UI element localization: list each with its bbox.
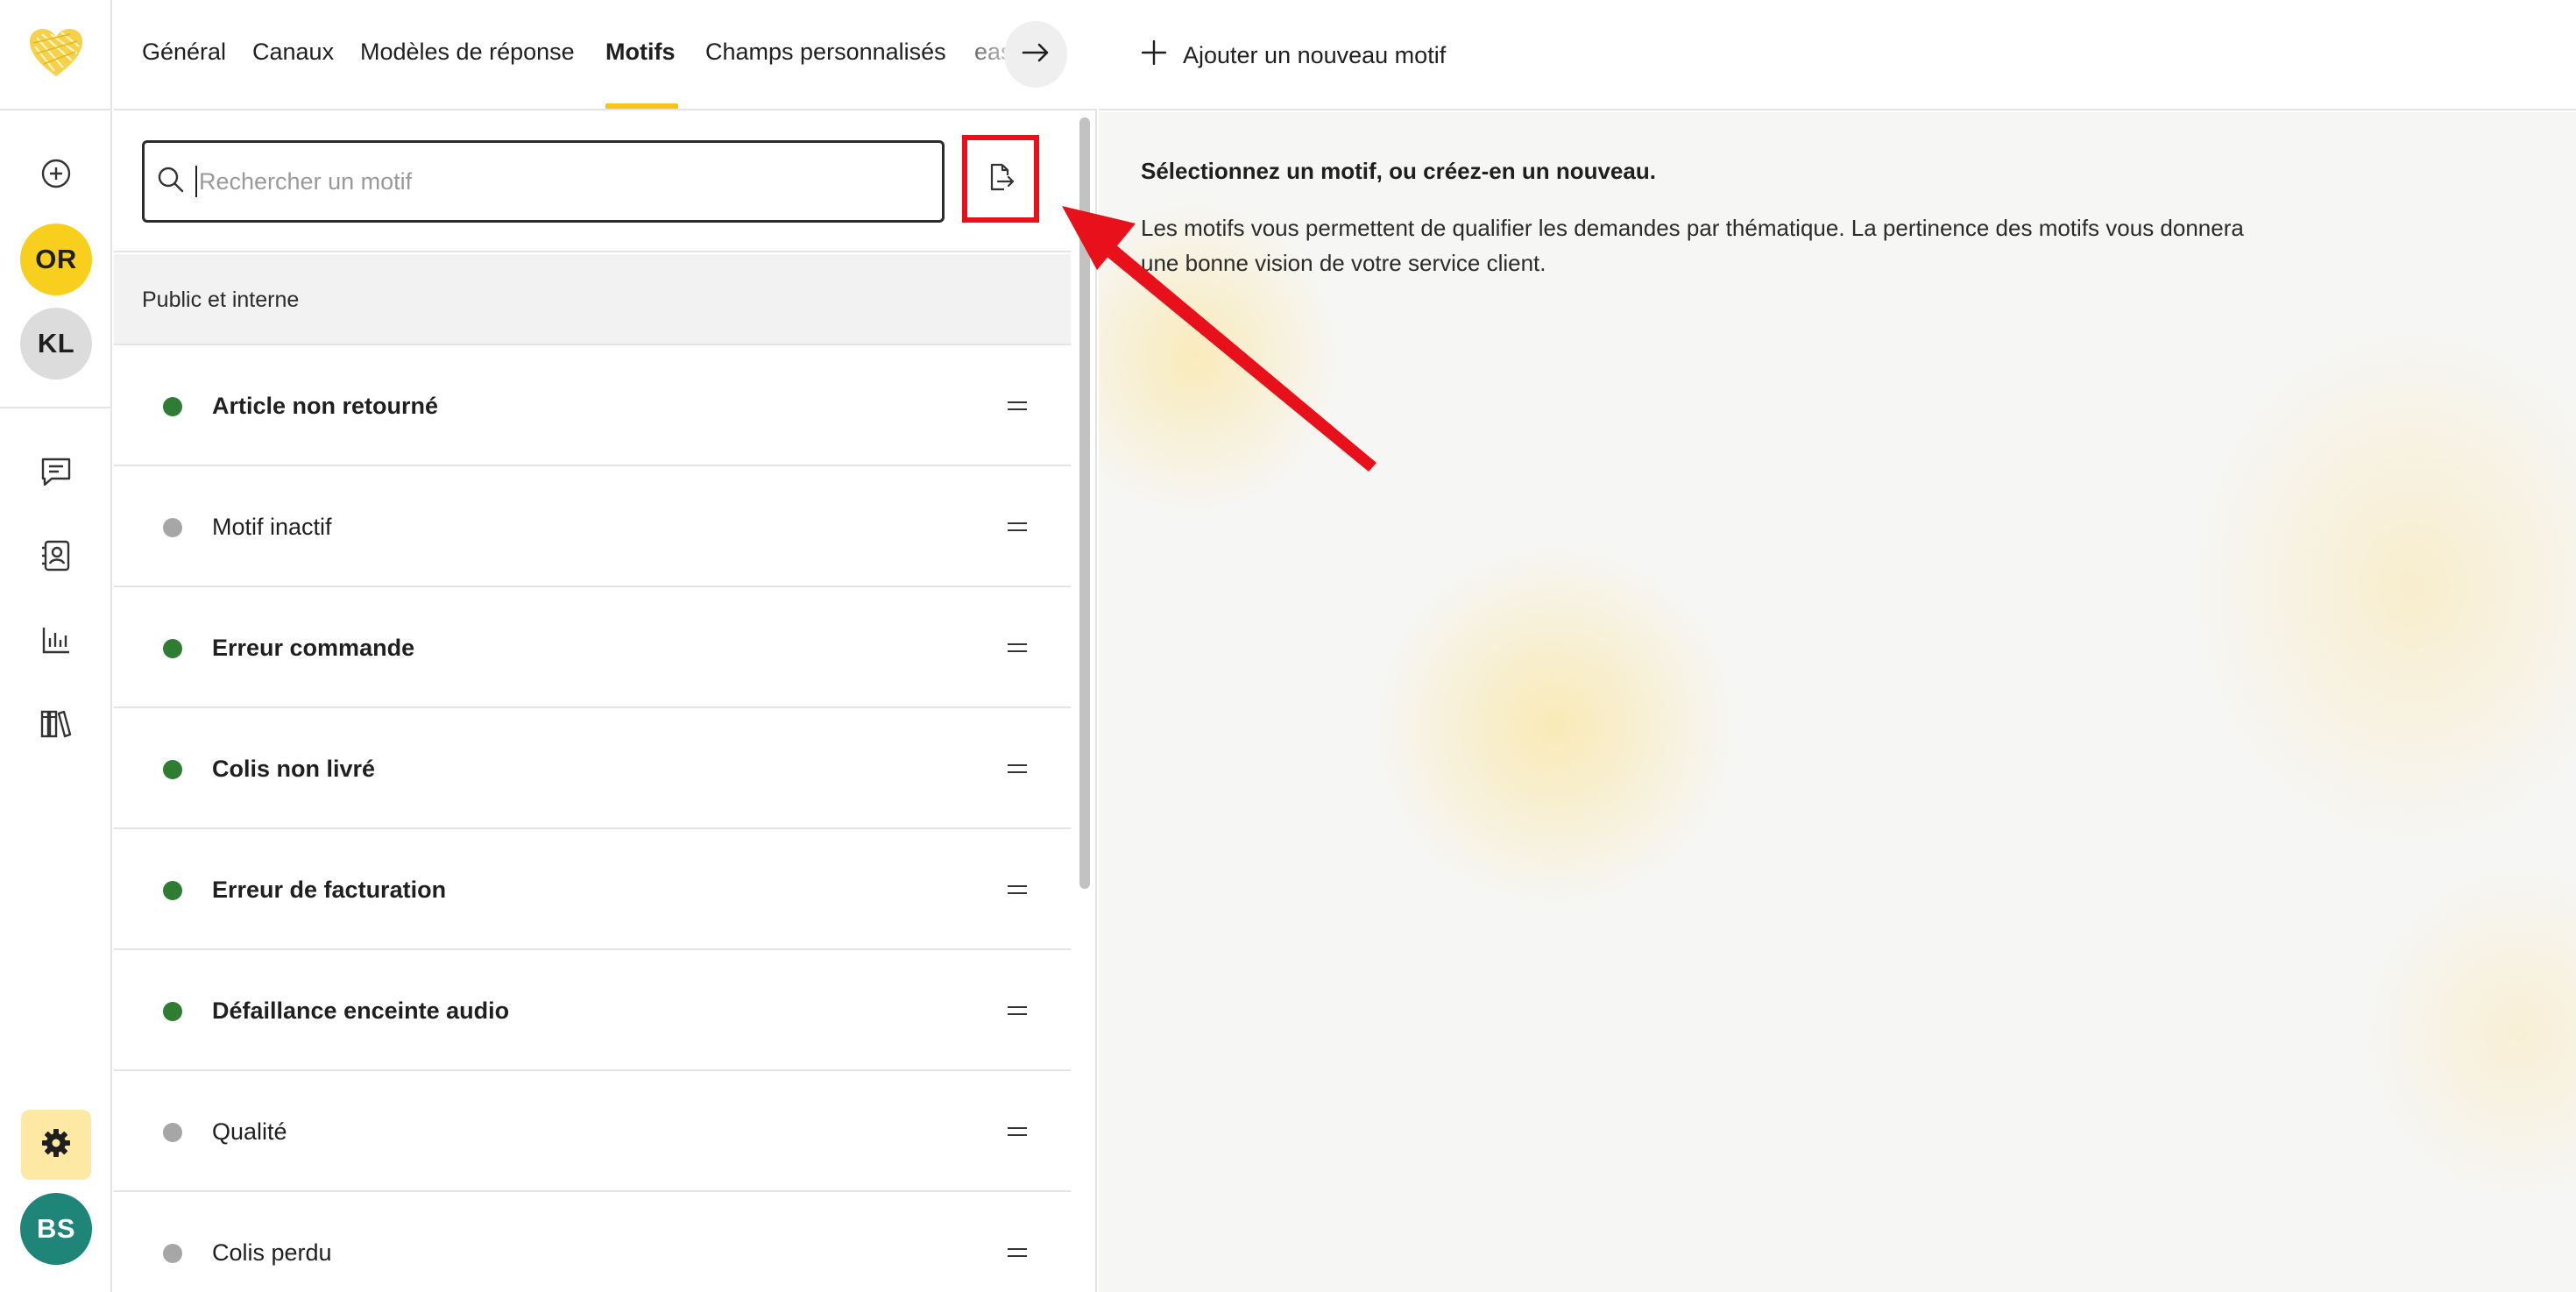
motif-label: Colis perdu: [212, 1239, 332, 1266]
tab-champs-personnalises[interactable]: Champs personnalisés: [705, 39, 946, 66]
motif-label: Erreur de facturation: [212, 877, 447, 903]
settings-button[interactable]: [21, 1110, 91, 1180]
search-row: [114, 110, 1071, 252]
list-item[interactable]: Article non retourné: [114, 347, 1071, 466]
status-dot-active: [163, 397, 182, 416]
add-motif-button[interactable]: Ajouter un nouveau motif: [1141, 35, 1446, 75]
status-dot-active: [163, 760, 182, 779]
avatar-initials: KL: [37, 328, 75, 358]
chat-icon: [39, 456, 73, 487]
motif-label: Défaillance enceinte audio: [212, 997, 510, 1024]
avatar-initials: OR: [35, 244, 77, 274]
empty-state-description: Les motifs vous permettent de qualifier …: [1141, 215, 2244, 276]
status-dot-inactive: [163, 1244, 182, 1263]
tab-general[interactable]: Général: [142, 39, 226, 66]
motif-label: Colis non livré: [212, 756, 376, 782]
motifs-panel: Général Canaux Modèles de réponse Motifs…: [114, 0, 1097, 1292]
drag-handle-icon[interactable]: [1008, 1246, 1027, 1259]
list-scrollbar[interactable]: [1076, 117, 1092, 889]
drag-handle-icon[interactable]: [1008, 642, 1027, 654]
empty-state-title: Sélectionnez un motif, ou créez-en un no…: [1141, 158, 1656, 184]
group-label: Public et interne: [142, 288, 300, 312]
avatar-initials: BS: [36, 1213, 76, 1244]
search-field[interactable]: [142, 140, 945, 223]
list-item[interactable]: Motif inactif: [114, 468, 1071, 587]
nav-conversations[interactable]: [21, 437, 91, 507]
text-caret: [195, 166, 197, 197]
tabs-scroll-next-button[interactable]: [1004, 21, 1067, 88]
gear-icon: [40, 1127, 72, 1163]
plus-circle-icon: [40, 158, 72, 189]
active-tab-indicator: [605, 103, 678, 109]
tab-canaux[interactable]: Canaux: [252, 39, 334, 66]
left-rail: OR KL BS: [0, 0, 112, 1292]
nav-statistics[interactable]: [21, 605, 91, 675]
arrow-right-icon: [1022, 42, 1050, 67]
search-input[interactable]: [199, 167, 865, 195]
motif-label: Qualité: [212, 1118, 287, 1145]
tab-modeles-de-reponse[interactable]: Modèles de réponse: [360, 39, 575, 66]
app-logo[interactable]: [0, 0, 112, 110]
avatar-kl[interactable]: KL: [20, 308, 92, 380]
tab-motifs[interactable]: Motifs: [605, 39, 675, 66]
detail-toolbar: Ajouter un nouveau motif: [1099, 0, 2576, 110]
user-avatar[interactable]: BS: [20, 1193, 92, 1265]
motif-label: Article non retourné: [212, 393, 439, 419]
settings-tabs: Général Canaux Modèles de réponse Motifs…: [114, 0, 1097, 110]
detail-panel: Ajouter un nouveau motif Sélectionnez un…: [1099, 0, 2576, 1292]
nav-contacts[interactable]: [21, 521, 91, 591]
motif-label: Motif inactif: [212, 514, 332, 540]
drag-handle-icon[interactable]: [1008, 1004, 1027, 1017]
status-dot-inactive: [163, 1123, 182, 1142]
drag-handle-icon[interactable]: [1008, 521, 1027, 533]
list-item[interactable]: Défaillance enceinte audio: [114, 952, 1071, 1071]
annotation-highlight-box: [962, 135, 1039, 223]
stats-icon: [40, 624, 72, 656]
list-item[interactable]: Colis non livré: [114, 710, 1071, 829]
status-dot-active: [163, 639, 182, 658]
drag-handle-icon[interactable]: [1008, 884, 1027, 896]
plus-icon: [1141, 39, 1183, 72]
group-header: Public et interne: [114, 254, 1071, 345]
search-icon: [145, 166, 185, 198]
drag-handle-icon[interactable]: [1008, 1125, 1027, 1138]
drag-handle-icon[interactable]: [1008, 763, 1027, 775]
list-item[interactable]: Erreur de facturation: [114, 831, 1071, 950]
contacts-icon: [40, 539, 72, 572]
empty-state: Sélectionnez un motif, ou créez-en un no…: [1099, 112, 2576, 1292]
list-item[interactable]: Erreur commande: [114, 589, 1071, 708]
avatar-or[interactable]: OR: [20, 224, 92, 295]
list-item[interactable]: Colis perdu: [114, 1194, 1071, 1292]
list-item[interactable]: Qualité: [114, 1073, 1071, 1192]
drag-handle-icon[interactable]: [1008, 400, 1027, 412]
status-dot-active: [163, 1002, 182, 1021]
status-dot-inactive: [163, 518, 182, 537]
scrollbar-thumb[interactable]: [1079, 117, 1090, 889]
library-icon: [39, 708, 73, 740]
heart-logo-icon: [28, 27, 84, 82]
motif-label: Erreur commande: [212, 635, 415, 661]
add-motif-label: Ajouter un nouveau motif: [1183, 41, 1447, 68]
rail-divider: [0, 407, 112, 408]
new-conversation-button[interactable]: [21, 138, 91, 209]
nav-library[interactable]: [21, 689, 91, 759]
status-dot-active: [163, 881, 182, 900]
